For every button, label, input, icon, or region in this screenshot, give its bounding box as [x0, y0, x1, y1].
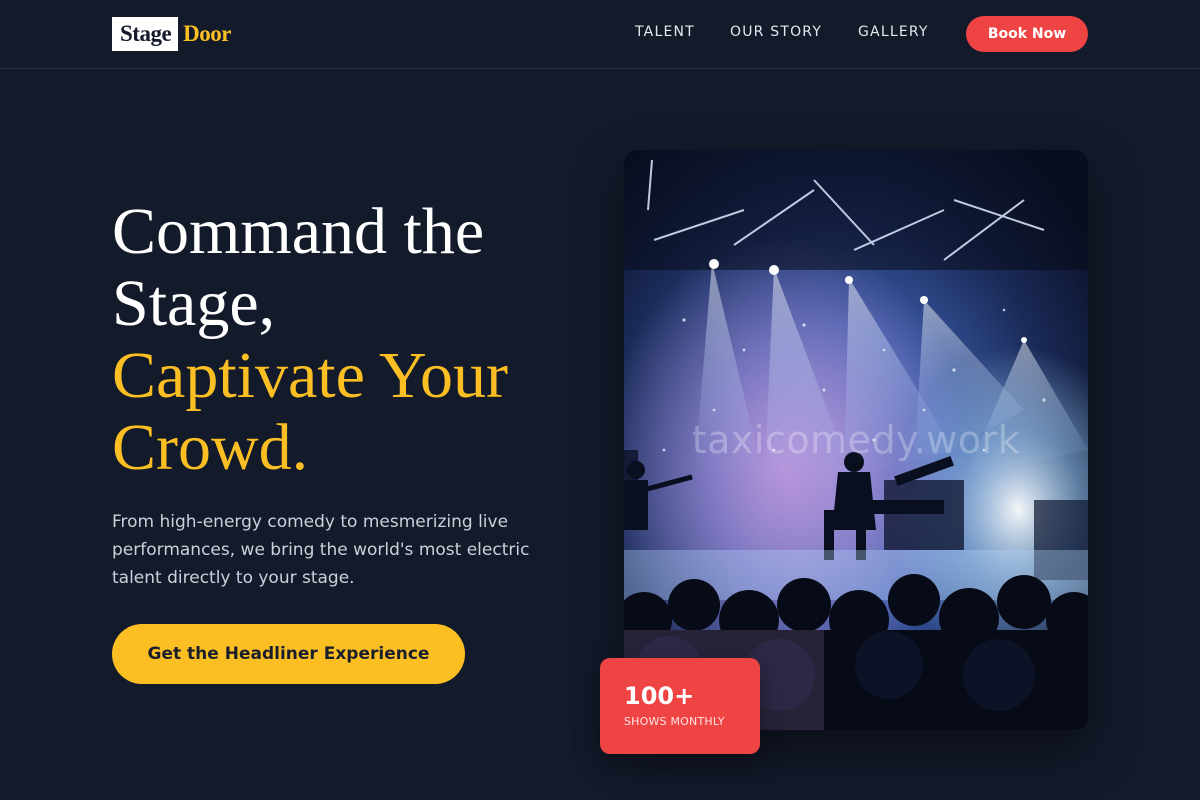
logo-door-text: Door [183, 21, 231, 46]
site-header: Stage Door TALENT OUR STORY GALLERY Book… [0, 0, 1200, 69]
headline-line-1: Command the [112, 195, 485, 268]
headline-line-4: Crowd. [112, 411, 309, 484]
logo-stage-text: Stage [112, 17, 179, 51]
nav-link-gallery[interactable]: GALLERY [858, 24, 929, 44]
hero-headline: Command the Stage, Captivate Your Crowd. [112, 196, 592, 484]
nav-link-our-story[interactable]: OUR STORY [730, 24, 822, 44]
stat-label: SHOWS MONTHLY [624, 715, 725, 728]
headliner-experience-button[interactable]: Get the Headliner Experience [112, 624, 465, 684]
book-now-button[interactable]: Book Now [966, 16, 1088, 52]
nav-link-talent[interactable]: TALENT [635, 24, 695, 44]
concert-photo: taxicomedy.work [624, 150, 1088, 730]
image-watermark: taxicomedy.work [691, 418, 1021, 462]
headline-line-3: Captivate Your [112, 339, 508, 412]
hero-subtext: From high-energy comedy to mesmerizing l… [112, 512, 530, 588]
logo[interactable]: Stage Door [112, 17, 231, 51]
shows-stat-card: 100+ SHOWS MONTHLY [600, 658, 760, 754]
headline-line-2: Stage, [112, 267, 276, 340]
stat-value: 100+ [624, 682, 695, 710]
